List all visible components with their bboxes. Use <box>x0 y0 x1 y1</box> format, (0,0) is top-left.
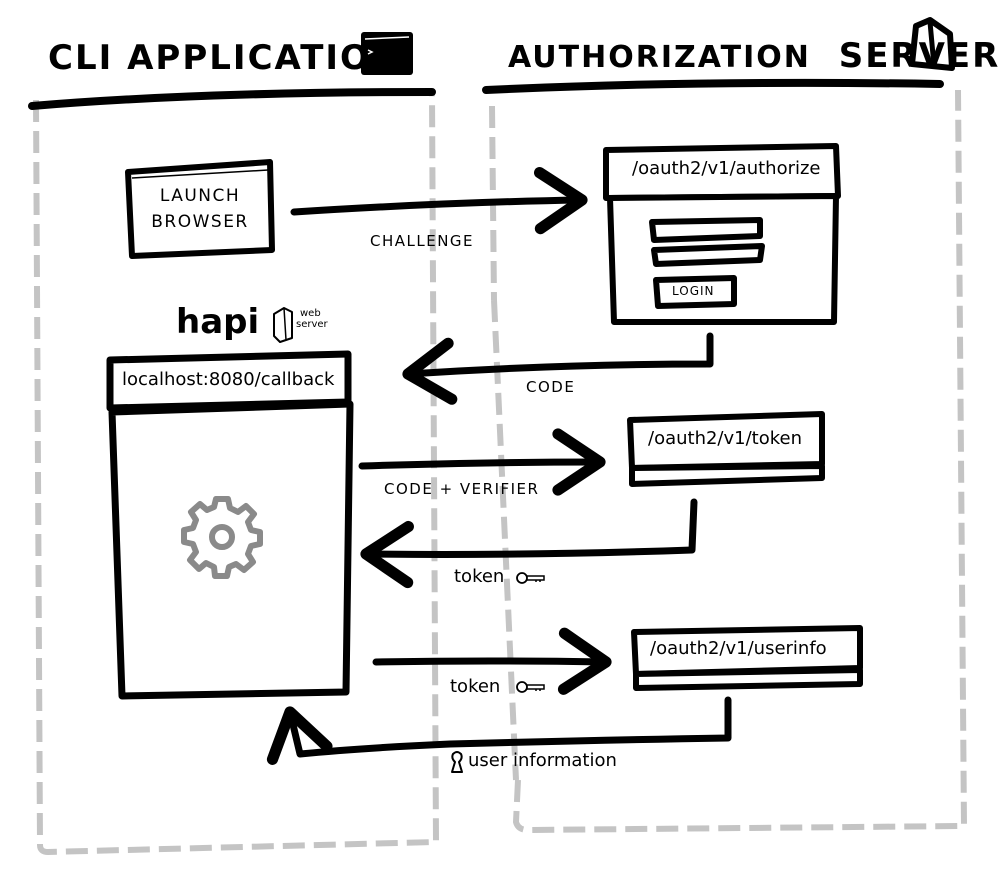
message-label-code-verifier: CODE + VERIFIER <box>384 480 540 498</box>
launch-browser-line2: BROWSER <box>151 212 249 232</box>
cli-lane-title: CLI APPLICATION <box>48 38 402 78</box>
message-label-user-information: user information <box>468 750 617 771</box>
auth-lane-title-part1: AUTHORIZATION <box>508 40 811 75</box>
web-server-badge: web server <box>296 308 328 330</box>
login-button: LOGIN <box>672 284 715 298</box>
cli-lane-underline <box>28 88 436 110</box>
badge-line1: web <box>300 308 321 319</box>
auth-lane-underline <box>482 78 944 94</box>
auth-lane-title-part2: SERVER <box>838 36 1000 76</box>
launch-browser-line1: LAUNCH <box>159 186 241 206</box>
badge-line2: server <box>296 319 328 330</box>
arrow-token-response <box>360 498 698 589</box>
arrow-code-verifier <box>358 428 606 496</box>
arrow-token-request <box>372 627 612 695</box>
message-label-token-request: token <box>450 676 501 697</box>
authorize-url: /oauth2/v1/authorize <box>632 158 821 179</box>
token-endpoint-window <box>627 411 825 487</box>
key-icon <box>516 572 545 584</box>
callback-window <box>106 350 354 700</box>
key-icon <box>516 681 545 693</box>
arrow-code <box>402 332 714 405</box>
hapi-server-icon <box>273 307 293 343</box>
hapi-logo: hapi <box>176 302 260 342</box>
user-icon <box>451 751 463 773</box>
arrow-challenge <box>290 167 588 235</box>
message-label-code: CODE <box>526 378 576 396</box>
message-label-challenge: CHALLENGE <box>370 232 475 250</box>
diagram-canvas <box>28 17 968 856</box>
token-url: /oauth2/v1/token <box>648 428 803 449</box>
launch-browser-label: LAUNCH BROWSER <box>145 186 255 232</box>
callback-url: localhost:8080/callback <box>122 369 335 390</box>
arrow-user-information <box>266 696 732 765</box>
auth-lane-title: AUTHORIZATION SERVER <box>508 36 1000 76</box>
message-label-token-response: token <box>454 566 505 587</box>
userinfo-url: /oauth2/v1/userinfo <box>650 638 827 659</box>
